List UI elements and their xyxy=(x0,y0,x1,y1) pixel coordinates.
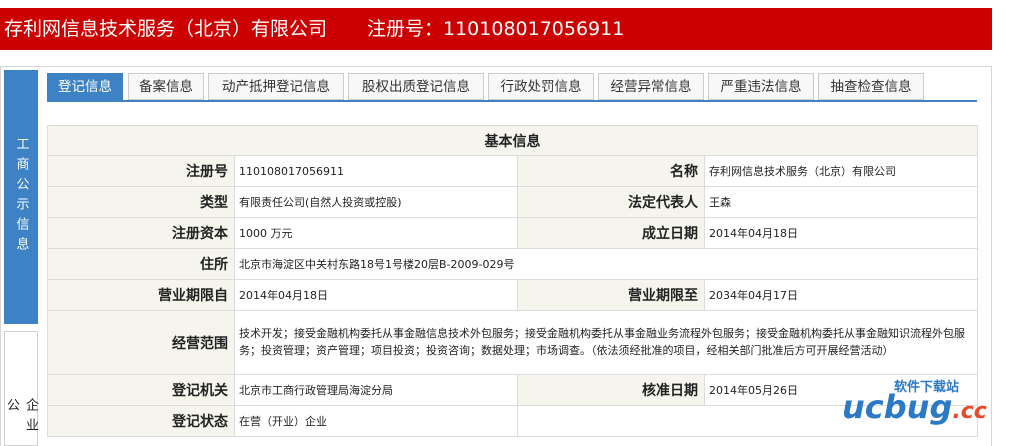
table-row: 登记状态 在营（开业）企业 xyxy=(47,405,978,437)
side-tab-enterprise-publicity-label: 企业公 xyxy=(4,398,38,438)
table-row: 注册号 110108017056911 名称 存利网信息技术服务（北京）有限公司 xyxy=(47,155,978,187)
tab-underline xyxy=(47,100,977,102)
side-tab-business-publicity[interactable]: 工商公示信息 xyxy=(4,70,38,324)
term-from-label: 营业期限自 xyxy=(47,279,235,311)
company-title: 存利网信息技术服务（北京）有限公司 xyxy=(4,18,328,40)
address-value: 北京市海淀区中关村东路18号1号楼20层B-2009-029号 xyxy=(234,248,978,280)
table-row: 注册资本 1000 万元 成立日期 2014年04月18日 xyxy=(47,217,978,249)
table-header-row: 基本信息 xyxy=(47,125,978,156)
term-from-value: 2014年04月18日 xyxy=(234,279,518,311)
tab-filing-info[interactable]: 备案信息 xyxy=(128,73,204,100)
established-label: 成立日期 xyxy=(517,217,705,249)
side-tab-business-publicity-label: 工商公示信息 xyxy=(13,137,29,257)
section-title: 基本信息 xyxy=(47,125,978,156)
established-value: 2014年04月18日 xyxy=(704,217,978,249)
company-header-bar: 存利网信息技术服务（北京）有限公司 注册号：110108017056911 xyxy=(0,8,992,50)
status-value: 在营（开业）企业 xyxy=(234,405,518,437)
table-row: 经营范围 技术开发；接受金融机构委托从事金融信息技术外包服务；接受金融机构委托从… xyxy=(47,310,978,375)
table-row: 营业期限自 2014年04月18日 营业期限至 2034年04月17日 xyxy=(47,279,978,311)
side-tab-enterprise-publicity[interactable]: 企业公 xyxy=(4,331,38,446)
type-value: 有限责任公司(自然人投资或控股) xyxy=(234,186,518,218)
tab-equity-pledge-info[interactable]: 股权出质登记信息 xyxy=(348,73,484,100)
capital-label: 注册资本 xyxy=(47,217,235,249)
reg-no-value: 110108017056911 xyxy=(234,155,518,187)
legal-rep-value: 王森 xyxy=(704,186,978,218)
type-label: 类型 xyxy=(47,186,235,218)
approval-date-label: 核准日期 xyxy=(517,374,705,406)
tab-registration-info[interactable]: 登记信息 xyxy=(47,73,123,100)
table-row: 类型 有限责任公司(自然人投资或控股) 法定代表人 王森 xyxy=(47,186,978,218)
scope-value: 技术开发；接受金融机构委托从事金融信息技术外包服务；接受金融机构委托从事金融业务… xyxy=(234,310,978,375)
capital-value: 1000 万元 xyxy=(234,217,518,249)
tab-chattel-mortgage-info[interactable]: 动产抵押登记信息 xyxy=(208,73,344,100)
legal-rep-label: 法定代表人 xyxy=(517,186,705,218)
status-label: 登记状态 xyxy=(47,405,235,437)
name-label: 名称 xyxy=(517,155,705,187)
term-to-value: 2034年04月17日 xyxy=(704,279,978,311)
tab-serious-violation-info[interactable]: 严重违法信息 xyxy=(708,73,814,100)
tab-abnormal-operation-info[interactable]: 经营异常信息 xyxy=(598,73,704,100)
table-row: 登记机关 北京市工商行政管理局海淀分局 核准日期 2014年05月26日 xyxy=(47,374,978,406)
authority-value: 北京市工商行政管理局海淀分局 xyxy=(234,374,518,406)
name-value: 存利网信息技术服务（北京）有限公司 xyxy=(704,155,978,187)
site-watermark: 软件下载站 ucbug.cc xyxy=(842,376,1007,440)
authority-label: 登记机关 xyxy=(47,374,235,406)
watermark-logo: ucbug.cc xyxy=(842,388,987,426)
tab-spot-check-info[interactable]: 抽查检查信息 xyxy=(818,73,924,100)
registration-number-title: 注册号：110108017056911 xyxy=(367,18,625,40)
scope-label: 经营范围 xyxy=(47,310,235,375)
address-label: 住所 xyxy=(47,248,235,280)
reg-no-label: 注册号 xyxy=(47,155,235,187)
watermark-logo-suffix: .cc xyxy=(952,399,987,424)
basic-info-table: 基本信息 注册号 110108017056911 名称 存利网信息技术服务（北京… xyxy=(47,125,978,437)
term-to-label: 营业期限至 xyxy=(517,279,705,311)
table-row: 住所 北京市海淀区中关村东路18号1号楼20层B-2009-029号 xyxy=(47,248,978,280)
watermark-logo-text: ucbug xyxy=(842,388,953,426)
tab-administrative-penalty-info[interactable]: 行政处罚信息 xyxy=(488,73,594,100)
